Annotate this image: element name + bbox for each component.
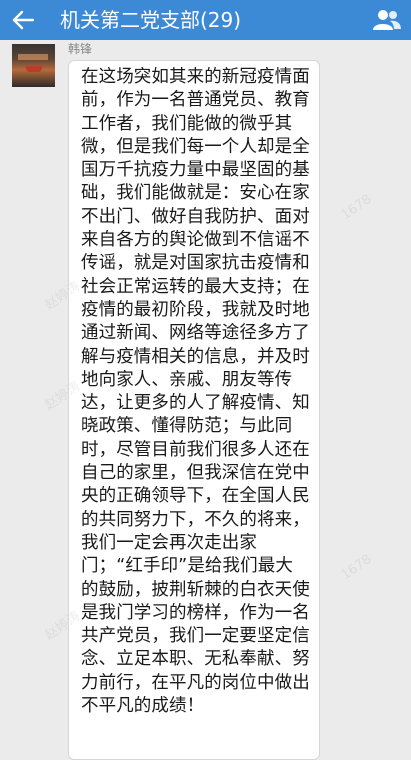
chat-message: 韩锋 在这场突如其来的新冠疫情面前，作为一名普通党员、教育工作者，我们能做的微乎…: [0, 40, 411, 760]
chat-header: 机关第二党支部(29): [0, 0, 411, 40]
back-arrow-icon: [12, 10, 34, 30]
sender-name: 韩锋: [68, 42, 93, 56]
group-members-button[interactable]: [371, 4, 403, 36]
back-button[interactable]: [0, 0, 46, 40]
message-bubble[interactable]: 在这场突如其来的新冠疫情面前，作为一名普通党员、教育工作者，我们能做的微乎其微，…: [68, 60, 320, 760]
avatar-sunset: [18, 54, 48, 60]
avatar-boat: [26, 66, 42, 72]
avatar[interactable]: [12, 44, 55, 87]
chat-title: 机关第二党支部(29): [60, 8, 242, 32]
message-text: 在这场突如其来的新冠疫情面前，作为一名普通党员、教育工作者，我们能做的微乎其微，…: [81, 67, 310, 717]
group-members-icon: [373, 10, 401, 30]
